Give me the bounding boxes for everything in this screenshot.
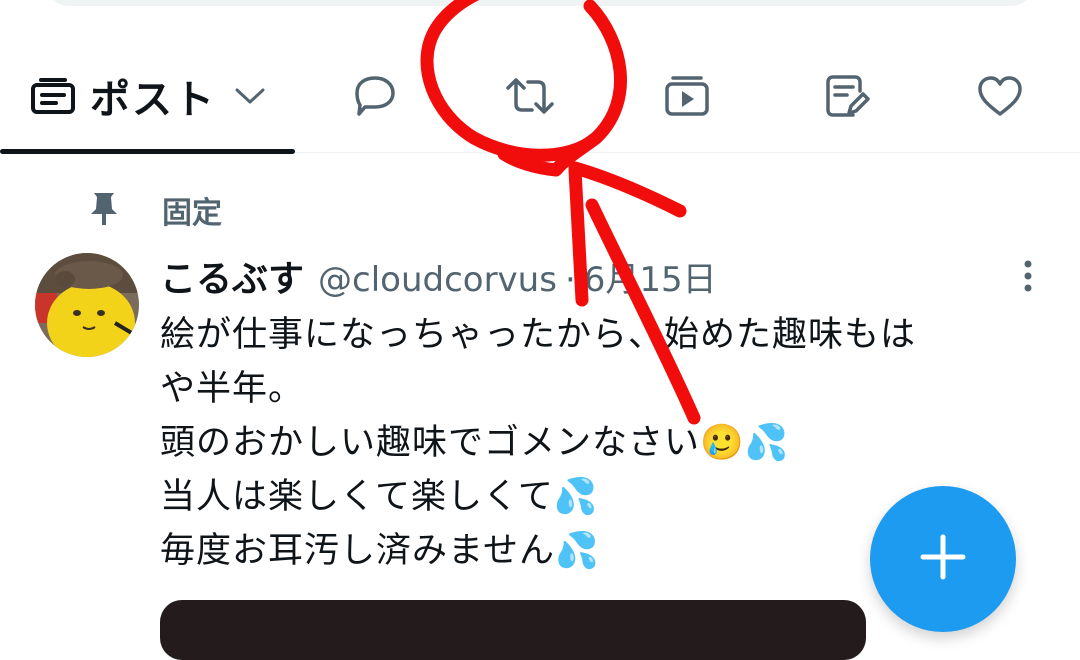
article-icon: [823, 73, 871, 119]
active-tab-indicator: [0, 149, 295, 154]
post-media[interactable]: [160, 600, 866, 660]
post-text-line: 絵が仕事になっちゃったから、始めた趣味もは: [160, 315, 917, 355]
chevron-down-icon[interactable]: [234, 86, 266, 106]
repost-icon: [502, 74, 558, 118]
pinned-label: 固定: [162, 196, 222, 231]
plus-icon: [919, 533, 967, 585]
more-options-icon[interactable]: [1012, 256, 1044, 296]
reply-icon: [351, 74, 399, 118]
post-text-line: 頭のおかしい趣味でゴメンなさい🥲💦: [160, 423, 790, 463]
display-name[interactable]: こるぶす: [160, 250, 304, 302]
tab-posts[interactable]: ポスト: [0, 40, 296, 154]
tab-likes[interactable]: [945, 40, 1055, 152]
tab-reposts[interactable]: [475, 40, 585, 152]
pinned-indicator: 固定: [88, 188, 222, 232]
header-separator: ·: [564, 260, 576, 300]
tab-media[interactable]: [632, 40, 742, 152]
user-handle[interactable]: @cloudcorvus: [318, 260, 557, 300]
profile-tabs: ポスト: [0, 40, 1080, 154]
compose-post-button[interactable]: [870, 486, 1016, 632]
posts-tab-icon: [30, 76, 76, 116]
video-icon: [663, 74, 711, 118]
post-text-line: や半年。: [160, 369, 305, 409]
avatar[interactable]: [35, 253, 139, 357]
post-date[interactable]: 6月15日: [584, 252, 717, 301]
pin-icon: [88, 189, 120, 231]
heart-icon: [976, 74, 1024, 118]
tab-articles[interactable]: [792, 40, 902, 152]
search-bar[interactable]: [48, 0, 1032, 6]
post-header: こるぶす @cloudcorvus · 6月15日: [160, 250, 717, 302]
tab-replies[interactable]: [320, 40, 430, 152]
tab-posts-label: ポスト: [90, 77, 216, 123]
